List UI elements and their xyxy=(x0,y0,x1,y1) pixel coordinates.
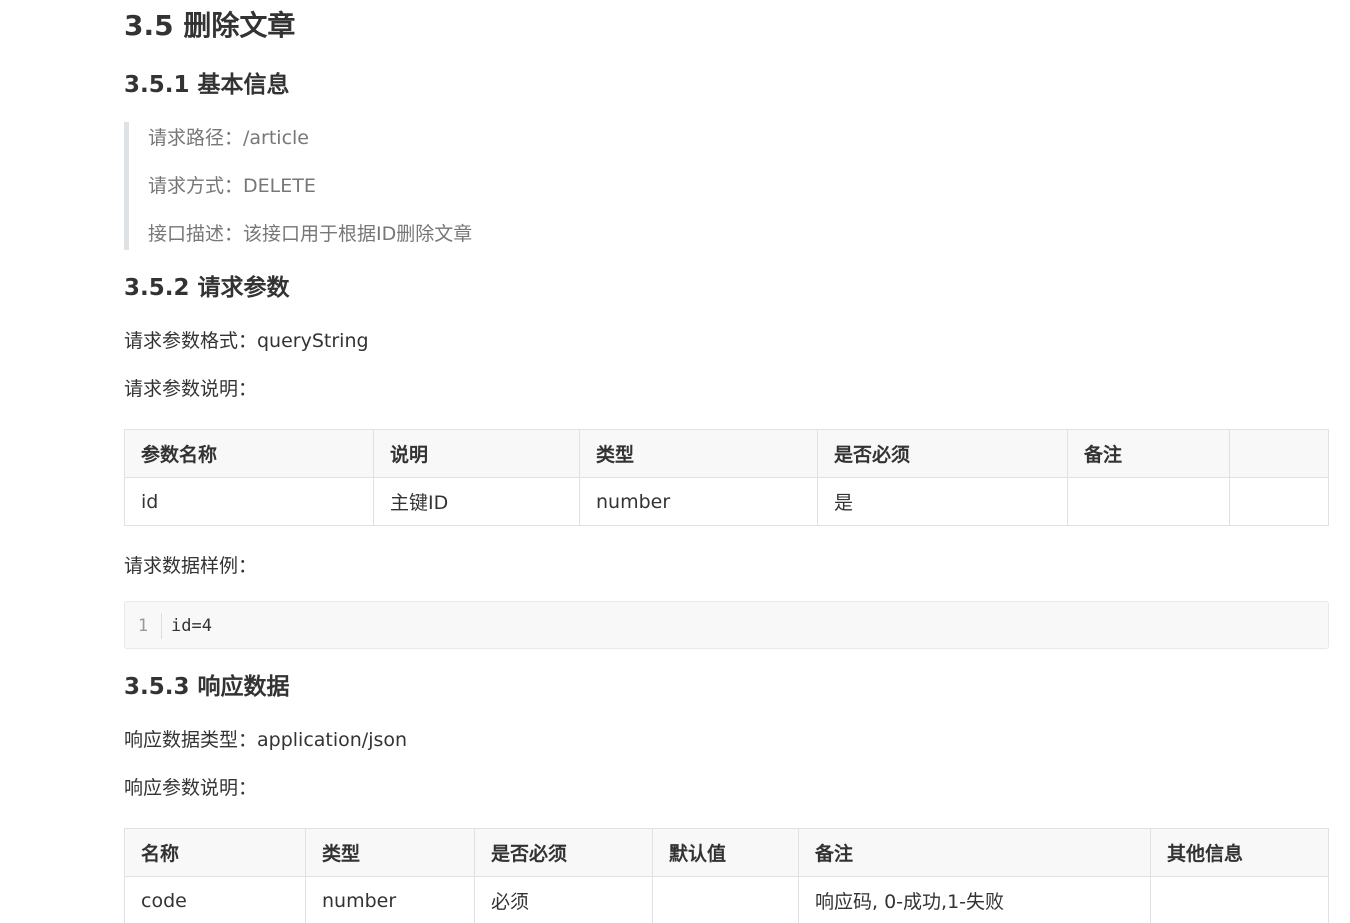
header-cell: 是否必须 xyxy=(474,828,653,877)
header-cell xyxy=(1229,429,1329,478)
line-number: 1 xyxy=(125,613,162,639)
table-cell: number xyxy=(305,876,475,923)
table-row: code number 必须 响应码, 0-成功,1-失败 xyxy=(124,876,1329,923)
table-cell: 是 xyxy=(817,477,1068,526)
request-params-heading: 3.5.2 请求参数 xyxy=(124,275,290,301)
table-cell: 主键ID xyxy=(373,477,580,526)
header-cell: 说明 xyxy=(373,429,580,478)
table-cell: 必须 xyxy=(474,876,653,923)
section-title: 3.5 删除文章 xyxy=(124,9,296,42)
basic-info-heading: 3.5.1 基本信息 xyxy=(124,72,290,98)
table-header-row: 参数名称 说明 类型 是否必须 备注 xyxy=(124,429,1329,478)
table-cell xyxy=(1150,876,1329,923)
request-sample-label: 请求数据样例： xyxy=(124,555,258,577)
api-description: 接口描述：该接口用于根据ID删除文章 xyxy=(148,223,473,245)
request-path: 请求路径：/article xyxy=(148,127,309,149)
table-cell: id xyxy=(124,477,374,526)
table-cell: number xyxy=(579,477,818,526)
table-cell: code xyxy=(124,876,306,923)
response-heading: 3.5.3 响应数据 xyxy=(124,674,290,700)
request-method: 请求方式：DELETE xyxy=(148,175,316,197)
request-params-table: 参数名称 说明 类型 是否必须 备注 id 主键ID number 是 xyxy=(124,429,1329,526)
header-cell: 其他信息 xyxy=(1150,828,1329,877)
header-cell: 默认值 xyxy=(652,828,799,877)
response-params-table: 名称 类型 是否必须 默认值 备注 其他信息 code number 必须 响应… xyxy=(124,828,1329,923)
table-header-row: 名称 类型 是否必须 默认值 备注 其他信息 xyxy=(124,828,1329,877)
header-cell: 是否必须 xyxy=(817,429,1068,478)
header-cell: 名称 xyxy=(124,828,306,877)
table-cell xyxy=(1067,477,1230,526)
basic-info-blockquote: 请求路径：/article 请求方式：DELETE 接口描述：该接口用于根据ID… xyxy=(124,122,729,250)
header-cell: 备注 xyxy=(1067,429,1230,478)
request-format: 请求参数格式：queryString xyxy=(124,330,369,352)
code-line[interactable]: id=4 xyxy=(171,613,212,639)
code-block[interactable]: 1 id=4 xyxy=(124,601,1329,649)
header-cell: 类型 xyxy=(579,429,818,478)
response-type: 响应数据类型：application/json xyxy=(124,729,408,751)
table-row: id 主键ID number 是 xyxy=(124,477,1329,526)
table-cell xyxy=(1229,477,1329,526)
table-cell: 响应码, 0-成功,1-失败 xyxy=(798,876,1151,923)
header-cell: 参数名称 xyxy=(124,429,374,478)
header-cell: 备注 xyxy=(798,828,1151,877)
header-cell: 类型 xyxy=(305,828,475,877)
table-cell xyxy=(652,876,799,923)
response-desc-label: 响应参数说明： xyxy=(124,777,258,799)
request-desc-label: 请求参数说明： xyxy=(124,378,258,400)
